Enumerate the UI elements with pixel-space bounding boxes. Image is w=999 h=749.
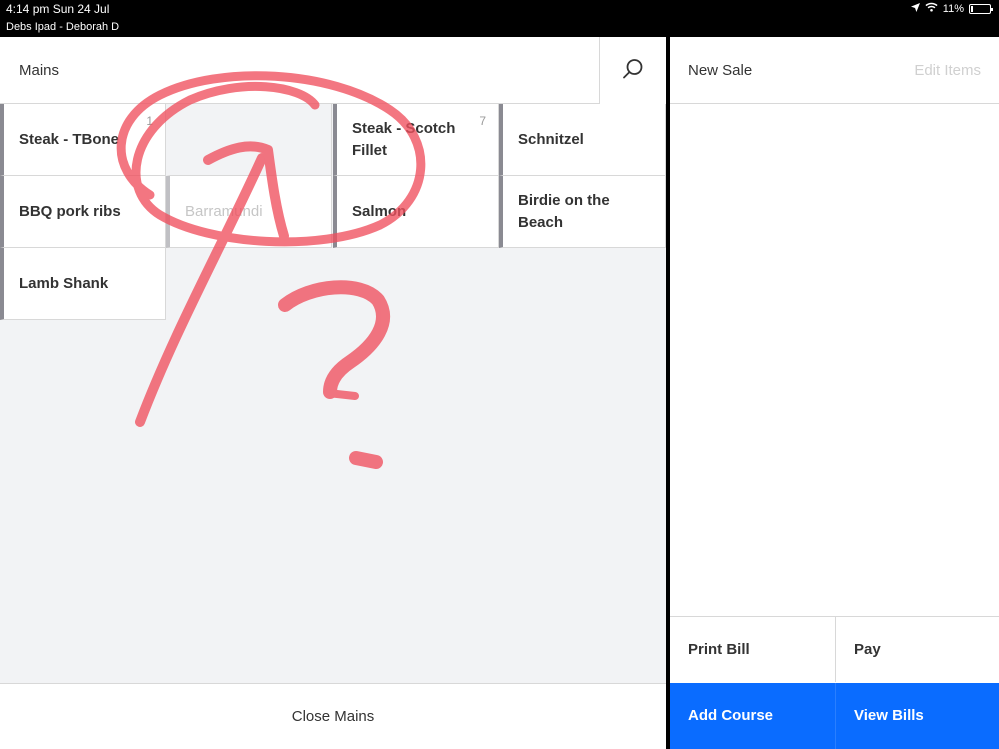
search-button[interactable] <box>599 37 666 104</box>
status-bar: 4:14 pm Sun 24 Jul Debs Ipad - Deborah D… <box>0 0 999 37</box>
menu-item-label: Lamb Shank <box>19 274 109 292</box>
menu-panel: Mains Steak - TBone 1 Steak - Scotch Fil… <box>0 37 666 749</box>
menu-item-lamb-shank[interactable]: Lamb Shank <box>0 248 166 320</box>
category-title: Mains <box>19 62 60 79</box>
item-count-badge: 7 <box>479 114 486 128</box>
view-bills-button[interactable]: View Bills <box>835 683 999 749</box>
location-arrow-icon <box>910 2 920 15</box>
status-time-date: 4:14 pm Sun 24 Jul <box>6 2 110 16</box>
menu-item-salmon[interactable]: Salmon <box>333 176 499 248</box>
menu-header: Mains <box>0 37 666 104</box>
add-course-button[interactable]: Add Course <box>670 683 835 749</box>
menu-item-barramundi[interactable]: Barramundi <box>166 176 332 248</box>
print-bill-button[interactable]: Print Bill <box>670 616 835 682</box>
menu-item-label: Barramundi <box>185 202 263 220</box>
menu-item-label: Schnitzel <box>518 130 584 148</box>
menu-item-bbq-pork-ribs[interactable]: BBQ pork ribs <box>0 176 166 248</box>
menu-item-label: Salmon <box>352 202 407 220</box>
menu-item-label: BBQ pork ribs <box>19 202 121 220</box>
menu-item-label: Steak - TBone <box>19 130 120 148</box>
pay-button[interactable]: Pay <box>835 616 999 682</box>
menu-item-schnitzel[interactable]: Schnitzel <box>499 104 666 176</box>
close-category-button[interactable]: Close Mains <box>0 683 666 749</box>
wifi-icon <box>925 2 938 15</box>
battery-percent: 11% <box>942 2 964 15</box>
status-right: 11% <box>910 2 993 15</box>
menu-item-label: Birdie on the Beach <box>518 191 610 231</box>
device-name: Debs Ipad - Deborah D <box>6 21 120 33</box>
empty-menu-slot[interactable] <box>166 104 332 176</box>
sale-header: New Sale Edit Items <box>670 37 999 104</box>
menu-item-steak-scotch-fillet[interactable]: Steak - Scotch Fillet 7 <box>333 104 499 176</box>
sale-panel: New Sale Edit Items Print Bill Pay Add C… <box>670 37 999 749</box>
menu-item-steak-tbone[interactable]: Steak - TBone 1 <box>0 104 166 176</box>
sale-title: New Sale <box>688 62 753 79</box>
item-count-badge: 1 <box>146 114 153 128</box>
menu-item-birdie-on-the-beach[interactable]: Birdie on the Beach <box>499 176 666 248</box>
edit-items-button[interactable]: Edit Items <box>914 62 981 79</box>
search-icon <box>623 59 643 79</box>
menu-item-label: Steak - Scotch Fillet <box>352 119 456 159</box>
battery-icon <box>969 3 993 14</box>
